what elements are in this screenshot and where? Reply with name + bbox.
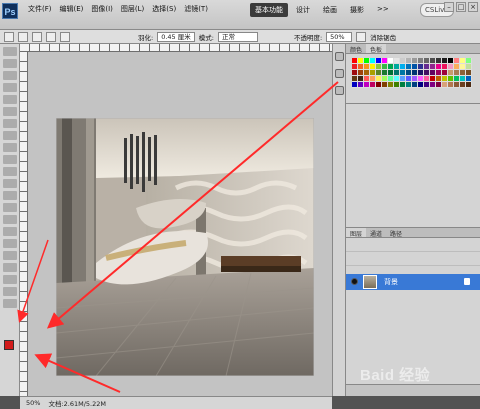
properties-panel-icon[interactable] <box>335 69 344 78</box>
close-button[interactable]: × <box>468 2 478 12</box>
adjustments-panel-icon[interactable] <box>335 86 344 95</box>
minimize-button[interactable]: – <box>444 2 454 12</box>
layer-name: 背景 <box>384 278 398 286</box>
clone-stamp-tool-icon[interactable] <box>3 143 17 152</box>
feather-input[interactable]: 0.45 厘米 <box>157 31 195 42</box>
color-swatch[interactable] <box>466 82 472 88</box>
3d-orbit-tool-icon[interactable] <box>3 275 17 284</box>
history-panel-icon[interactable] <box>335 52 344 61</box>
gradient-tool-icon[interactable] <box>3 179 17 188</box>
eraser-tool-icon[interactable] <box>3 167 17 176</box>
intersect-selection-icon[interactable] <box>60 31 70 42</box>
status-bar: 50% 文档:2.61M/5.22M <box>20 396 332 409</box>
antialias-checkbox[interactable] <box>356 31 367 42</box>
pen-tool-icon[interactable] <box>3 215 17 224</box>
application-bar: Ps 文件(F) 编辑(E) 图像(I) 图层(L) 选择(S) 滤镜(T) 基… <box>0 0 480 30</box>
tab-layers[interactable]: 图层 <box>346 228 367 238</box>
document-info[interactable]: 文档:2.61M/5.22M <box>48 398 106 408</box>
workspace-photography-button[interactable]: 摄影 <box>345 3 369 17</box>
workspace-more-button[interactable]: >> <box>372 3 394 17</box>
shape-tool-icon[interactable] <box>3 251 17 260</box>
visibility-eye-icon[interactable] <box>351 278 358 285</box>
options-bar: 羽化: 0.45 厘米 模式: 正常 不透明度: 50% 消除锯齿 <box>0 30 480 44</box>
brush-tool-icon[interactable] <box>3 131 17 140</box>
feather-label: 羽化: <box>138 33 154 42</box>
document-area[interactable] <box>20 44 332 396</box>
tab-paths[interactable]: 路径 <box>386 228 406 238</box>
healing-tool-icon[interactable] <box>3 119 17 128</box>
history-brush-tool-icon[interactable] <box>3 155 17 164</box>
move-tool-icon[interactable] <box>3 47 17 56</box>
blur-tool-icon[interactable] <box>3 191 17 200</box>
layers-panel-tabs: 图层 通道 路径 <box>346 228 480 238</box>
menu-layer[interactable]: 图层(L) <box>121 4 144 16</box>
subtract-selection-icon[interactable] <box>46 31 56 42</box>
foreground-color-swatch[interactable] <box>4 340 14 350</box>
mode-label: 模式: <box>198 33 214 42</box>
zoom-level[interactable]: 50% <box>26 399 40 407</box>
panel-icon-strip <box>332 44 346 396</box>
new-selection-icon[interactable] <box>18 31 28 42</box>
baidu-jingyan-watermark: Baid 经验 <box>360 367 431 384</box>
lasso-tool-preset-icon[interactable] <box>4 31 14 42</box>
workspace-design-button[interactable]: 设计 <box>291 3 315 17</box>
antialias-label: 消除锯齿 <box>370 33 397 42</box>
maximize-button[interactable]: □ <box>456 2 466 12</box>
crop-tool-icon[interactable] <box>3 95 17 104</box>
horizontal-ruler[interactable] <box>20 44 332 52</box>
marquee-tool-icon[interactable] <box>3 59 17 68</box>
type-tool-icon[interactable] <box>3 227 17 236</box>
toolbox <box>0 44 20 396</box>
menu-bar: 文件(F) 编辑(E) 图像(I) 图层(L) 选择(S) 滤镜(T) <box>28 4 208 16</box>
workspace-essentials-button[interactable]: 基本功能 <box>250 3 288 17</box>
layer-thumbnail <box>363 275 377 289</box>
eyedropper-tool-icon[interactable] <box>3 107 17 116</box>
lock-icon <box>464 278 470 285</box>
swatches-panel: 颜色 色板 <box>346 44 480 104</box>
menu-image[interactable]: 图像(I) <box>91 4 113 16</box>
tab-color[interactable]: 颜色 <box>346 44 366 54</box>
path-select-tool-icon[interactable] <box>3 239 17 248</box>
swatch-grid <box>352 58 474 98</box>
window-controls: – □ × <box>444 2 478 12</box>
adjustments-panel-area <box>346 104 480 228</box>
blend-mode-row[interactable] <box>346 240 480 252</box>
lasso-tool-icon[interactable] <box>3 71 17 80</box>
swatches-panel-tabs: 颜色 色板 <box>346 44 480 54</box>
zoom-tool-icon[interactable] <box>3 299 17 308</box>
tab-channels[interactable]: 通道 <box>366 228 386 238</box>
document-canvas[interactable] <box>28 52 332 396</box>
mode-select[interactable]: 正常 <box>217 31 258 42</box>
layers-panel-footer <box>346 384 480 396</box>
menu-file[interactable]: 文件(F) <box>28 4 52 16</box>
quick-select-tool-icon[interactable] <box>3 83 17 92</box>
menu-select[interactable]: 选择(S) <box>152 4 176 16</box>
workspace-painting-button[interactable]: 绘画 <box>318 3 342 17</box>
menu-filter[interactable]: 滤镜(T) <box>184 4 208 16</box>
hand-tool-icon[interactable] <box>3 287 17 296</box>
interior-photo <box>56 118 314 376</box>
lock-row[interactable] <box>346 254 480 266</box>
3d-rotate-tool-icon[interactable] <box>3 263 17 272</box>
workspace-switcher: 基本功能 设计 绘画 摄影 >> <box>250 3 394 17</box>
interior-photo-graphic <box>56 118 314 376</box>
menu-edit[interactable]: 编辑(E) <box>60 4 84 16</box>
layer-row-background[interactable]: 背景 <box>346 274 480 290</box>
add-selection-icon[interactable] <box>32 31 42 42</box>
dodge-tool-icon[interactable] <box>3 203 17 212</box>
vertical-ruler[interactable] <box>20 52 28 396</box>
tab-swatches[interactable]: 色板 <box>366 44 387 54</box>
photoshop-logo: Ps <box>2 3 18 19</box>
opacity-input[interactable]: 50% <box>326 31 353 42</box>
opacity-label: 不透明度: <box>293 33 323 42</box>
